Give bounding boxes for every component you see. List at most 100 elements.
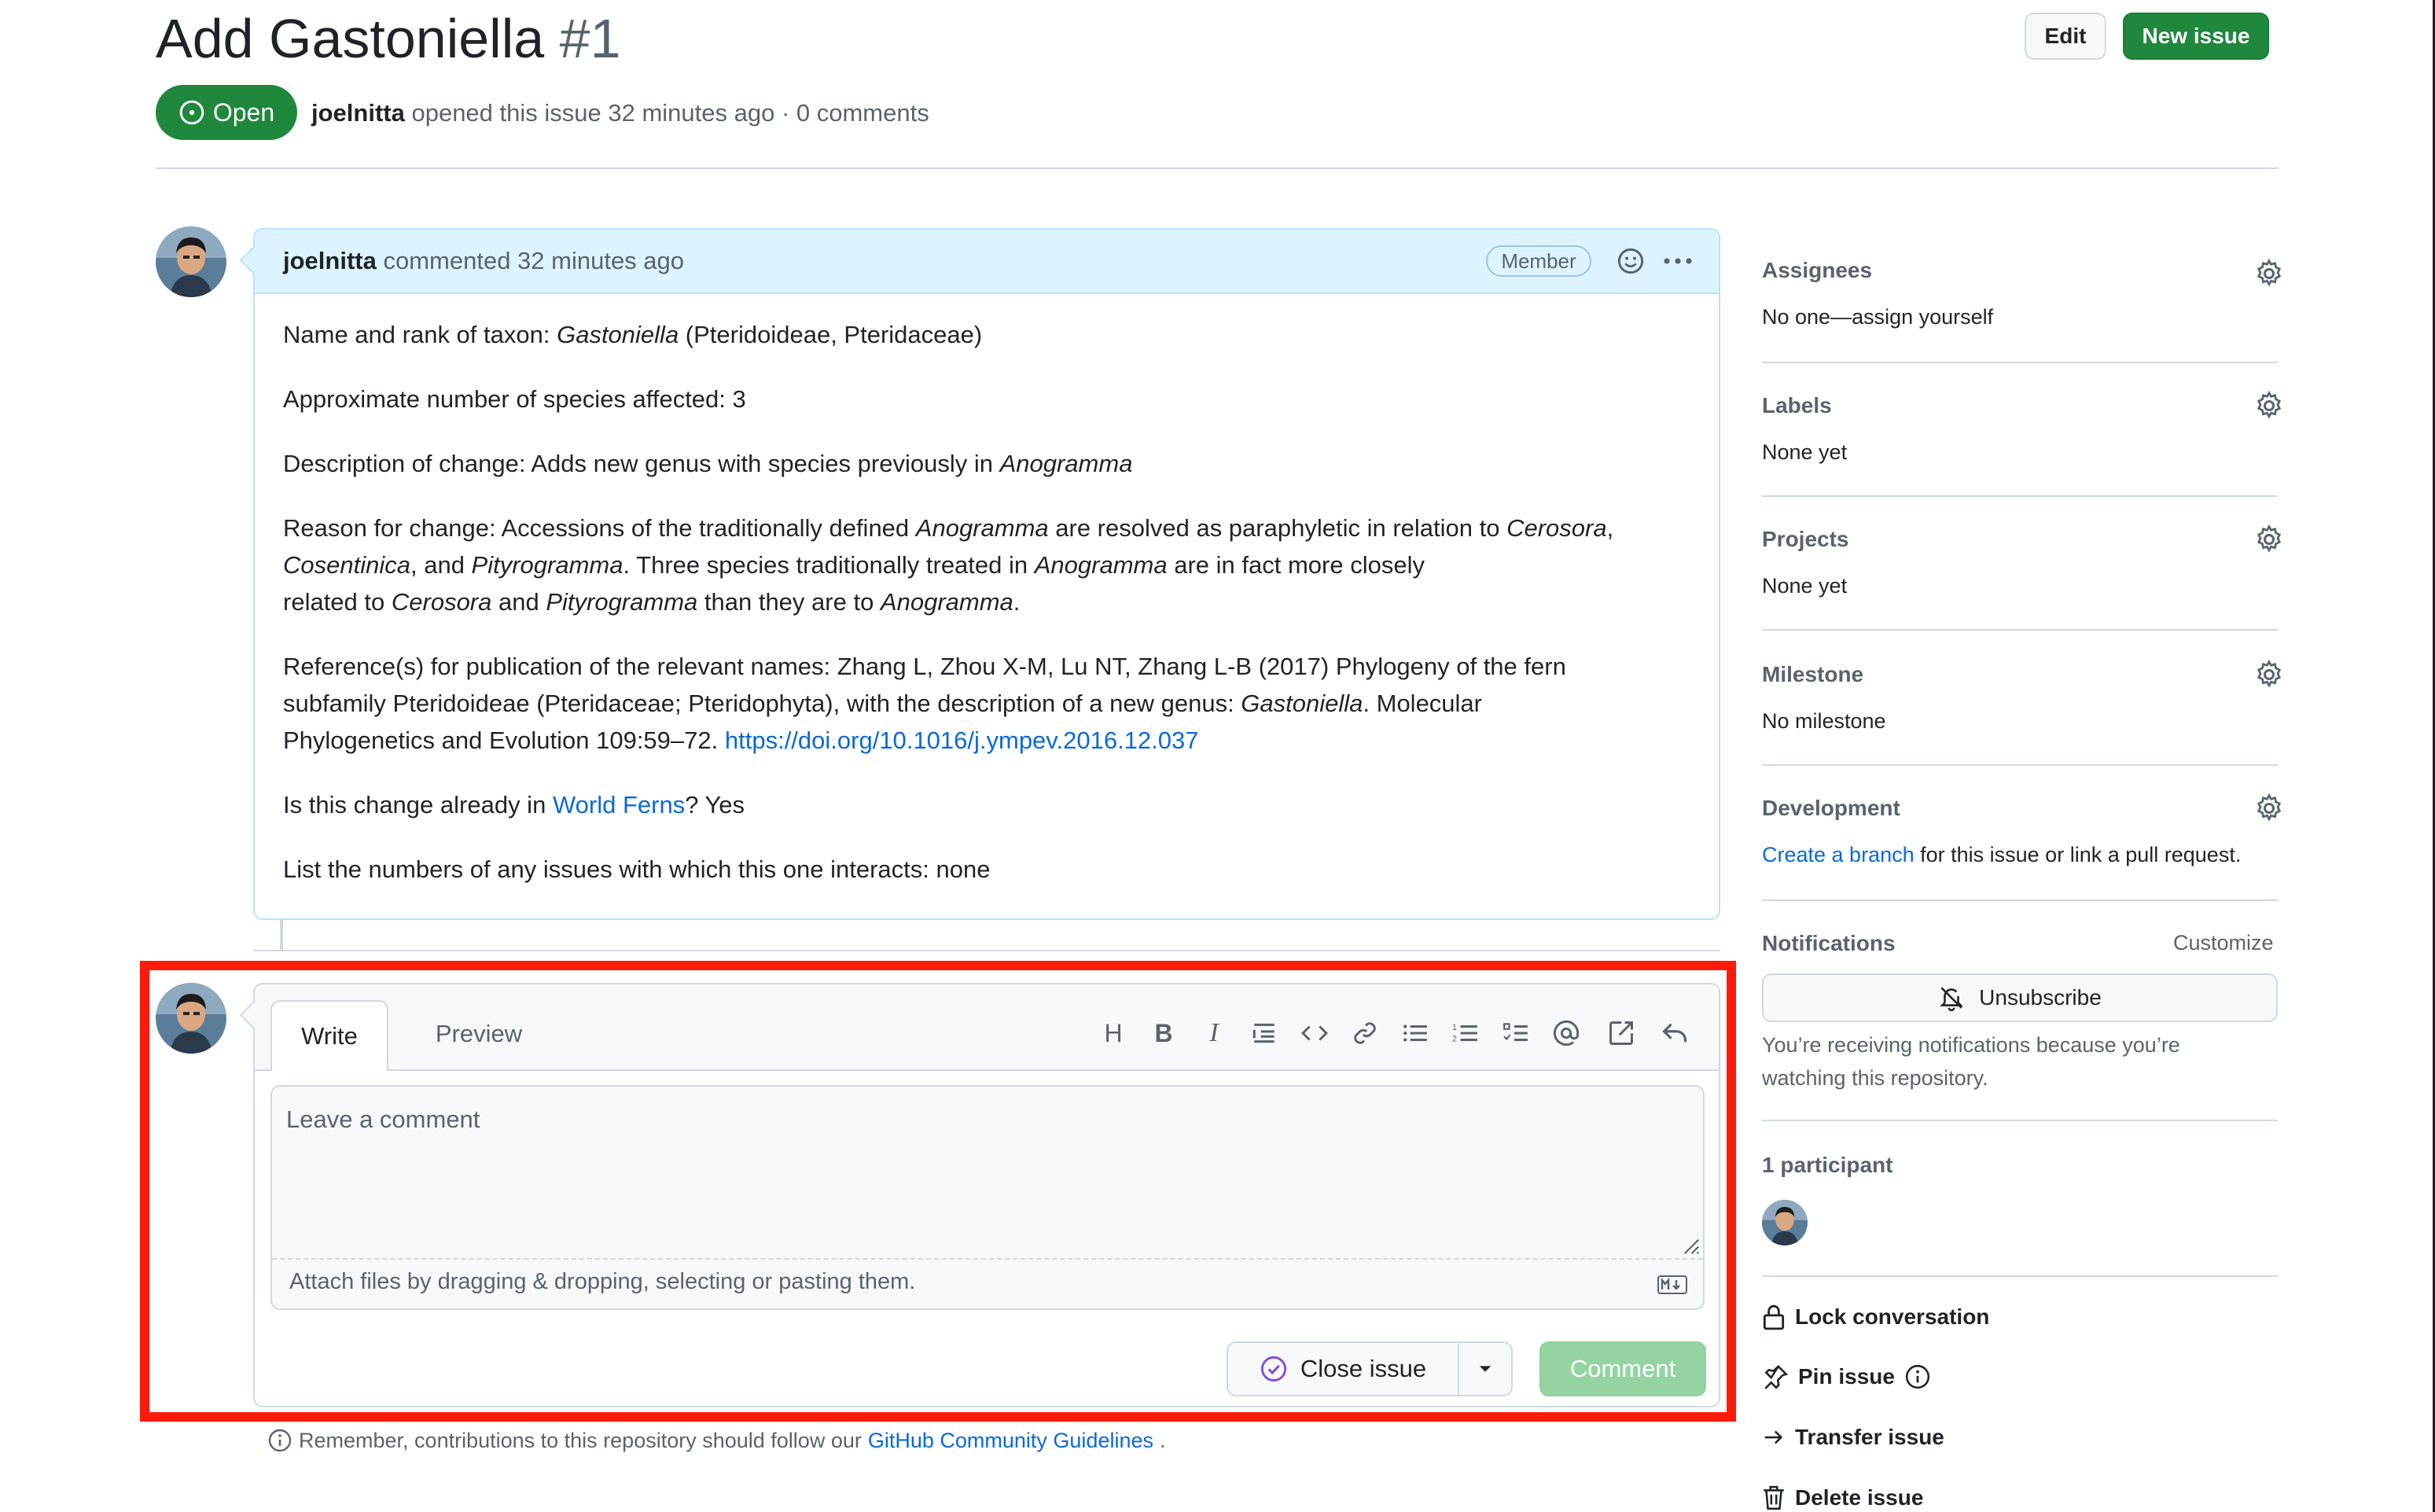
body-text: Reference(s) for publication of the rele… [283, 653, 1566, 680]
body-description: Description of change: Adds new genus wi… [283, 445, 1690, 482]
issue-meta: joelnitta opened this issue 32 minutes a… [311, 96, 929, 131]
body-text: Description of change: Adds new genus wi… [283, 450, 1000, 477]
trash-icon [1764, 1485, 1784, 1510]
body-italic: Pityrogramma [471, 551, 623, 579]
milestone-title[interactable]: Milestone [1762, 662, 1863, 687]
body-text: , and [410, 551, 472, 579]
issue-opened-text: opened this issue 32 minutes ago · 0 com… [411, 99, 929, 127]
issue-state-label: Open [212, 97, 275, 127]
transfer-issue-label: Transfer issue [1795, 1425, 1944, 1449]
pin-issue-action[interactable]: Pin issue [1762, 1363, 1931, 1390]
body-text: . [1013, 588, 1021, 616]
create-branch-link[interactable]: Create a branch [1762, 843, 1915, 866]
body-italic: Anogramma [1034, 551, 1168, 579]
comment-author-link[interactable]: joelnitta [283, 247, 377, 274]
notification-reason: You’re receiving notifications because y… [1762, 1033, 2180, 1090]
bell-slash-icon [1940, 987, 1963, 1011]
body-italic: Cosentinica [283, 551, 410, 579]
comment-timestamp: commented 32 minutes ago [383, 247, 685, 274]
body-text: , [1606, 514, 1614, 542]
lock-conversation-action[interactable]: Lock conversation [1762, 1304, 1989, 1330]
sidebar-divider [1762, 764, 2278, 766]
delete-issue-action[interactable]: Delete issue [1762, 1484, 1923, 1511]
assignees-gear-icon[interactable] [2253, 258, 2285, 289]
body-text: than they are to [697, 588, 881, 616]
sidebar-divider [1762, 1120, 2278, 1121]
sidebar-divider [1762, 362, 2278, 363]
development-gear-icon[interactable] [2253, 793, 2285, 824]
issue-number: #1 [559, 8, 621, 69]
milestone-value: No milestone [1762, 709, 1886, 733]
comment-body: Name and rank of taxon: Gastoniella (Pte… [283, 316, 1690, 915]
kebab-menu-icon[interactable] [1661, 247, 1695, 275]
body-related-issues: List the numbers of any issues with whic… [283, 855, 991, 883]
labels-value: None yet [1762, 440, 1848, 464]
issue-title: Add Gastoniella #1 [156, 3, 621, 74]
body-taxon: Name and rank of taxon: Gastoniella (Pte… [283, 316, 1690, 353]
labels-title[interactable]: Labels [1762, 393, 1832, 418]
issue-comment: joelnitta commented 32 minutes ago Membe… [239, 228, 1720, 920]
transfer-issue-action[interactable]: Transfer issue [1762, 1425, 1944, 1450]
body-text: . Three species traditionally treated in [623, 551, 1035, 579]
body-species-count: Approximate number of species affected: … [283, 385, 746, 413]
participant-avatar[interactable] [1762, 1200, 1808, 1245]
info-icon [268, 1429, 292, 1452]
comment-author-avatar[interactable] [156, 226, 226, 297]
body-italic: Gastoniella [1241, 690, 1363, 717]
timeline-connector [280, 920, 283, 950]
issue-opened-icon [179, 100, 204, 125]
body-text: are in fact more closely [1167, 551, 1425, 579]
community-guidelines-link[interactable]: GitHub Community Guidelines [868, 1425, 1153, 1456]
guidelines-suffix: . [1160, 1429, 1166, 1452]
projects-gear-icon[interactable] [2253, 524, 2285, 555]
pin-issue-label: Pin issue [1798, 1364, 1895, 1389]
lock-icon [1763, 1304, 1785, 1330]
body-text: are resolved as paraphyletic in relation… [1048, 514, 1507, 542]
new-issue-button[interactable]: New issue [2123, 13, 2269, 60]
customize-link[interactable]: Customize [2173, 931, 2274, 955]
body-text: Is this change already in [283, 791, 553, 819]
unsubscribe-label: Unsubscribe [1979, 985, 2102, 1010]
sidebar-divider [1762, 899, 2278, 901]
body-text: related to [283, 588, 392, 616]
member-badge: Member [1486, 245, 1591, 277]
arrow-right-icon [1764, 1430, 1783, 1444]
guidelines-text: Remember, contributions to this reposito… [299, 1429, 862, 1452]
issue-author-link[interactable]: joelnitta [311, 99, 405, 127]
doi-link[interactable]: https://doi.org/10.1016/j.ympev.2016.12.… [725, 727, 1199, 754]
pin-icon [1764, 1365, 1789, 1389]
world-ferns-link[interactable]: World Ferns [553, 791, 685, 819]
body-italic: Gastoniella [557, 321, 679, 348]
issue-state-badge: Open [156, 85, 297, 140]
assignees-value[interactable]: No one—assign yourself [1762, 305, 1993, 329]
projects-value: None yet [1762, 574, 1848, 598]
body-text: Reason for change: Accessions of the tra… [283, 514, 916, 542]
body-reason: Reason for change: Accessions of the tra… [283, 510, 1690, 620]
body-text: . Molecular [1363, 690, 1482, 717]
body-text: Phylogenetics and Evolution 109:59–72. [283, 727, 725, 754]
info-icon[interactable] [1904, 1363, 1931, 1390]
body-text: subfamily Pteridoideae (Pteridaceae; Pte… [283, 690, 1241, 717]
delete-issue-label: Delete issue [1795, 1485, 1924, 1510]
assignees-title[interactable]: Assignees [1762, 258, 1872, 283]
projects-title[interactable]: Projects [1762, 527, 1849, 552]
edit-button[interactable]: Edit [2025, 13, 2106, 60]
issue-title-text: Add Gastoniella [156, 8, 545, 69]
labels-gear-icon[interactable] [2253, 390, 2285, 421]
milestone-gear-icon[interactable] [2253, 659, 2285, 690]
body-italic: Cerosora [391, 588, 492, 616]
development-title[interactable]: Development [1762, 796, 1900, 821]
body-text: Name and rank of taxon: [283, 321, 557, 348]
add-reaction-icon[interactable] [1617, 247, 1645, 275]
sidebar-divider [1762, 629, 2278, 631]
body-italic: Anogramma [999, 450, 1133, 477]
participants-title: 1 participant [1762, 1153, 1893, 1177]
body-italic: Cerosora [1506, 514, 1607, 542]
body-world-ferns: Is this change already in World Ferns? Y… [283, 786, 1690, 823]
development-value: Create a branch for this issue or link a… [1762, 843, 2241, 867]
body-text: ? Yes [685, 791, 745, 819]
unsubscribe-button[interactable]: Unsubscribe [1762, 973, 2278, 1022]
body-italic: Anogramma [915, 514, 1049, 542]
tab-write[interactable]: Write [270, 1000, 388, 1071]
body-italic: Pityrogramma [546, 588, 698, 616]
